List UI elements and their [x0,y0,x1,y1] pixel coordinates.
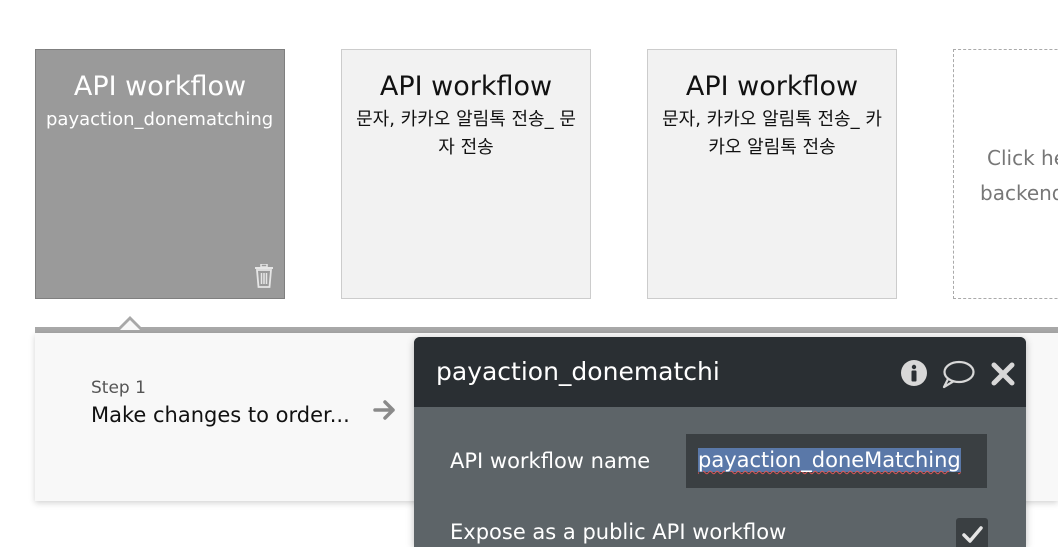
arrow-right-icon [373,400,395,420]
expose-public-label: Expose as a public API workflow [450,520,787,544]
add-backend-workflow-card[interactable]: Click here to add a backend workflow [953,49,1058,299]
workflow-card-name: payaction_donematching [46,109,274,130]
expose-public-checkbox[interactable] [956,518,988,547]
workflow-card-name: 문자, 카카오 알림톡 전송_ 카카오 알림톡 전송 [662,109,882,158]
workflow-card-title: API workflow [685,71,859,102]
panel-header: payaction_donematching [414,337,1026,407]
workflow-name-value: payaction_doneMatching [698,448,961,472]
add-card-line-2: backend workflow [980,181,1058,205]
workflow-name-label: API workflow name [450,449,651,473]
workflow-card-name: 문자, 카카오 알림톡 전송_ 문자 전송 [356,109,576,158]
workflow-card-sms[interactable]: API workflow 문자, 카카오 알림톡 전송_ 문자 전송 [341,49,591,299]
workflow-property-panel: payaction_donematching API workflow name… [414,337,1026,547]
trash-icon[interactable] [254,264,274,288]
workflow-name-input[interactable]: payaction_doneMatching [686,434,987,488]
comment-icon[interactable] [941,359,975,389]
panel-title: payaction_donematching [436,357,721,386]
selected-card-pointer-inner [120,320,140,330]
workflow-card-payaction-donematching[interactable]: API workflow payaction_donematching [35,49,285,299]
workflow-card-title: API workflow [379,71,553,102]
checkmark-icon [962,526,983,543]
close-icon[interactable] [990,361,1016,387]
info-icon[interactable] [900,359,928,387]
workflow-card-title: API workflow [73,71,247,102]
step-title: Make changes to order... [91,403,350,427]
add-card-line-1: Click here to add a [987,146,1058,170]
workflow-card-kakao[interactable]: API workflow 문자, 카카오 알림톡 전송_ 카카오 알림톡 전송 [647,49,897,299]
step-number: Step 1 [91,378,146,398]
